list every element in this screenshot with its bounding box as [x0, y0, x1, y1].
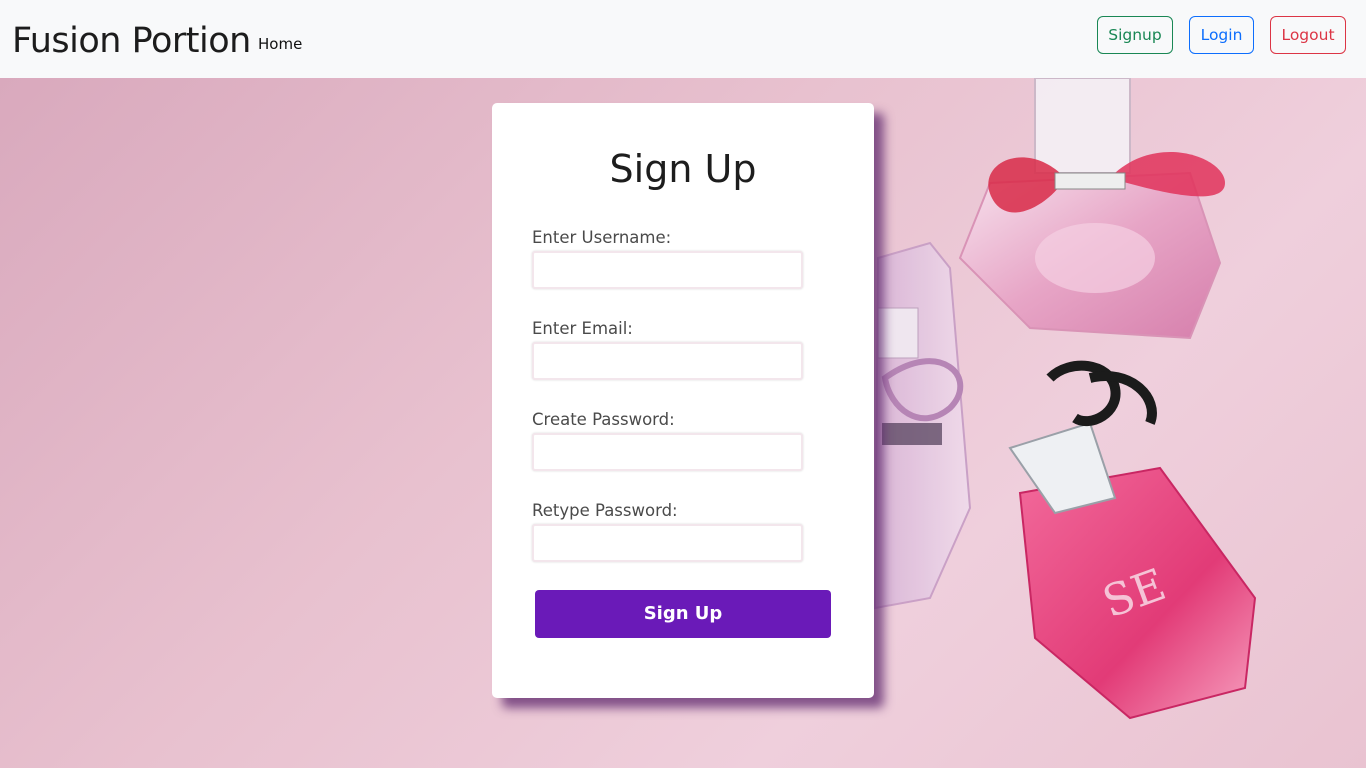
pink-perfume-bottle-top [958, 78, 1225, 340]
nav-link-home[interactable]: Home [258, 34, 302, 54]
top-navbar: Fusion Portion Home Signup Login Logout [0, 0, 1366, 78]
signup-button[interactable]: Signup [1097, 16, 1173, 54]
retype-password-input[interactable] [532, 524, 803, 562]
brand-logo-text[interactable]: Fusion Portion [12, 18, 251, 64]
perfume-bottles-image: SE [873, 78, 1257, 720]
lilac-perfume-bottle [873, 241, 972, 610]
logout-button[interactable]: Logout [1270, 16, 1346, 54]
email-label: Enter Email: [532, 319, 633, 338]
retype-password-label: Retype Password: [532, 501, 678, 520]
email-input[interactable] [532, 342, 803, 380]
username-label: Enter Username: [532, 228, 672, 247]
signup-title: Sign Up [609, 147, 757, 191]
signup-title-container: Sign Up [492, 143, 874, 195]
username-input[interactable] [532, 251, 803, 289]
login-button[interactable]: Login [1189, 16, 1254, 54]
signup-submit-button[interactable]: Sign Up [535, 590, 831, 638]
create-password-label: Create Password: [532, 410, 675, 429]
pink-perfume-bottle-bottom: SE [1008, 360, 1257, 720]
create-password-input[interactable] [532, 433, 803, 471]
